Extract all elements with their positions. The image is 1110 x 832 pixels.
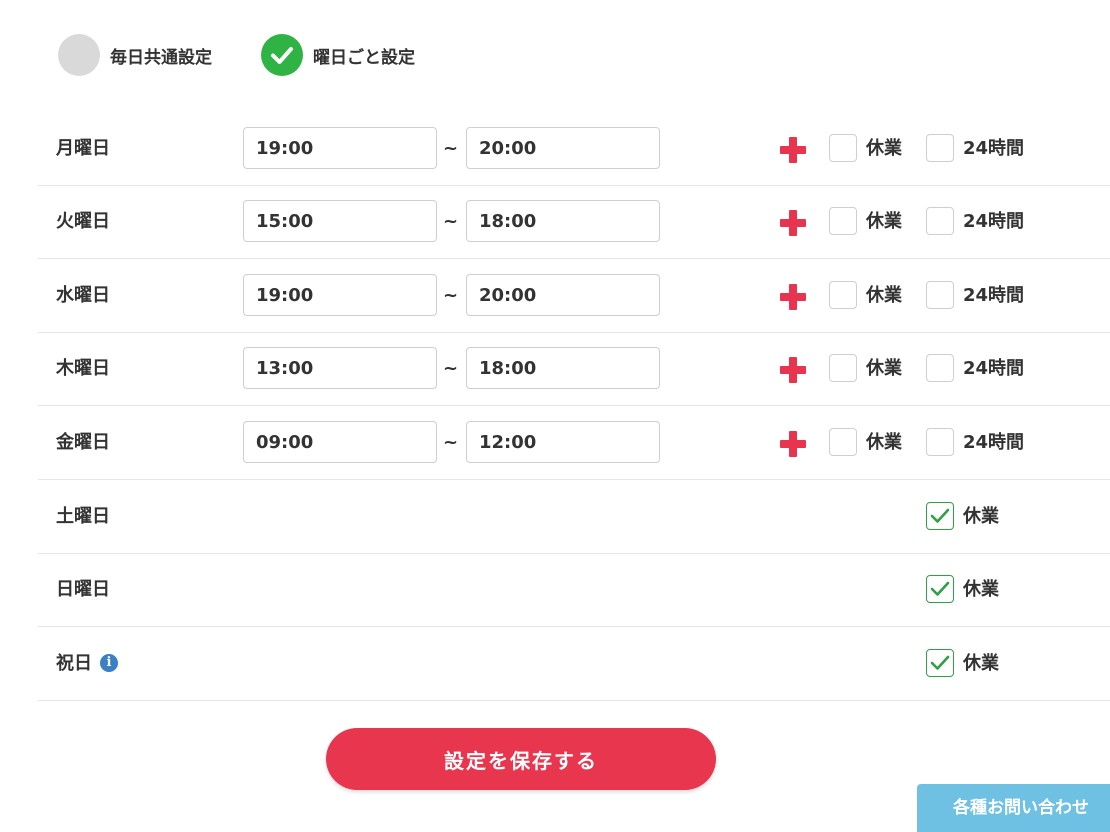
check-icon bbox=[930, 508, 950, 523]
end-time-input[interactable] bbox=[466, 127, 660, 169]
mode-per-day-radio[interactable] bbox=[261, 34, 303, 76]
day-label-holiday: 祝日 i bbox=[56, 627, 118, 700]
mode-common-option[interactable]: 毎日共通設定 bbox=[58, 34, 212, 76]
day-row-tuesday: 火曜日 ~ 休業 24時間 bbox=[38, 185, 1110, 259]
time-separator: ~ bbox=[443, 358, 459, 379]
start-time-input[interactable] bbox=[243, 274, 437, 316]
mode-per-day-label: 曜日ごと設定 bbox=[313, 47, 415, 68]
time-separator: ~ bbox=[443, 211, 459, 232]
end-time-input[interactable] bbox=[466, 200, 660, 242]
check-icon bbox=[930, 655, 950, 670]
start-time-input[interactable] bbox=[243, 127, 437, 169]
closed-label: 休業 bbox=[866, 432, 902, 453]
closed-label: 休業 bbox=[866, 138, 902, 159]
closed-label: 休業 bbox=[963, 506, 999, 527]
closed-label: 休業 bbox=[963, 579, 999, 600]
add-time-slot-button[interactable] bbox=[780, 284, 806, 310]
closed-checkbox[interactable] bbox=[829, 207, 857, 235]
all-day-label: 24時間 bbox=[963, 138, 1025, 159]
add-time-slot-button[interactable] bbox=[780, 431, 806, 457]
all-day-label: 24時間 bbox=[963, 358, 1025, 379]
closed-checkbox[interactable] bbox=[829, 428, 857, 456]
all-day-checkbox[interactable] bbox=[926, 134, 954, 162]
day-label: 水曜日 bbox=[56, 285, 110, 306]
closed-label: 休業 bbox=[866, 211, 902, 232]
mode-per-day-option[interactable]: 曜日ごと設定 bbox=[261, 34, 415, 76]
all-day-checkbox[interactable] bbox=[926, 281, 954, 309]
closed-checkbox[interactable] bbox=[829, 354, 857, 382]
end-time-input[interactable] bbox=[466, 421, 660, 463]
info-icon[interactable]: i bbox=[100, 653, 118, 672]
all-day-checkbox[interactable] bbox=[926, 354, 954, 382]
time-separator: ~ bbox=[443, 432, 459, 453]
day-label: 祝日 bbox=[56, 653, 92, 674]
check-icon bbox=[271, 47, 293, 64]
all-day-label: 24時間 bbox=[963, 211, 1025, 232]
closed-label: 休業 bbox=[866, 285, 902, 306]
day-row-monday: 月曜日 ~ 休業 24時間 bbox=[38, 112, 1110, 186]
mode-common-radio[interactable] bbox=[58, 34, 100, 76]
day-label: 火曜日 bbox=[56, 211, 110, 232]
all-day-checkbox[interactable] bbox=[926, 428, 954, 456]
contact-tab[interactable]: 各種お問い合わせ bbox=[917, 784, 1110, 832]
all-day-label: 24時間 bbox=[963, 285, 1025, 306]
day-row-wednesday: 水曜日 ~ 休業 24時間 bbox=[38, 259, 1110, 333]
add-time-slot-button[interactable] bbox=[780, 210, 806, 236]
start-time-input[interactable] bbox=[243, 347, 437, 389]
day-label: 土曜日 bbox=[56, 506, 110, 527]
start-time-input[interactable] bbox=[243, 421, 437, 463]
day-row-saturday: 土曜日 休業 bbox=[38, 480, 1110, 554]
closed-checkbox[interactable] bbox=[829, 134, 857, 162]
day-row-holiday: 祝日 i 休業 bbox=[38, 627, 1110, 701]
all-day-label: 24時間 bbox=[963, 432, 1025, 453]
closed-label: 休業 bbox=[963, 653, 999, 674]
end-time-input[interactable] bbox=[466, 274, 660, 316]
start-time-input[interactable] bbox=[243, 200, 437, 242]
closed-checkbox[interactable] bbox=[926, 575, 954, 603]
day-label: 月曜日 bbox=[56, 138, 110, 159]
day-label: 日曜日 bbox=[56, 579, 110, 600]
closed-checkbox[interactable] bbox=[926, 649, 954, 677]
add-time-slot-button[interactable] bbox=[780, 357, 806, 383]
day-row-sunday: 日曜日 休業 bbox=[38, 553, 1110, 627]
closed-checkbox[interactable] bbox=[829, 281, 857, 309]
save-settings-button[interactable]: 設定を保存する bbox=[326, 728, 716, 790]
time-separator: ~ bbox=[443, 138, 459, 159]
day-row-thursday: 木曜日 ~ 休業 24時間 bbox=[38, 332, 1110, 406]
check-icon bbox=[930, 581, 950, 596]
day-row-friday: 金曜日 ~ 休業 24時間 bbox=[38, 406, 1110, 480]
all-day-checkbox[interactable] bbox=[926, 207, 954, 235]
closed-label: 休業 bbox=[866, 358, 902, 379]
mode-common-label: 毎日共通設定 bbox=[110, 47, 212, 68]
day-label: 木曜日 bbox=[56, 358, 110, 379]
closed-checkbox[interactable] bbox=[926, 502, 954, 530]
add-time-slot-button[interactable] bbox=[780, 137, 806, 163]
end-time-input[interactable] bbox=[466, 347, 660, 389]
day-label: 金曜日 bbox=[56, 432, 110, 453]
time-separator: ~ bbox=[443, 285, 459, 306]
